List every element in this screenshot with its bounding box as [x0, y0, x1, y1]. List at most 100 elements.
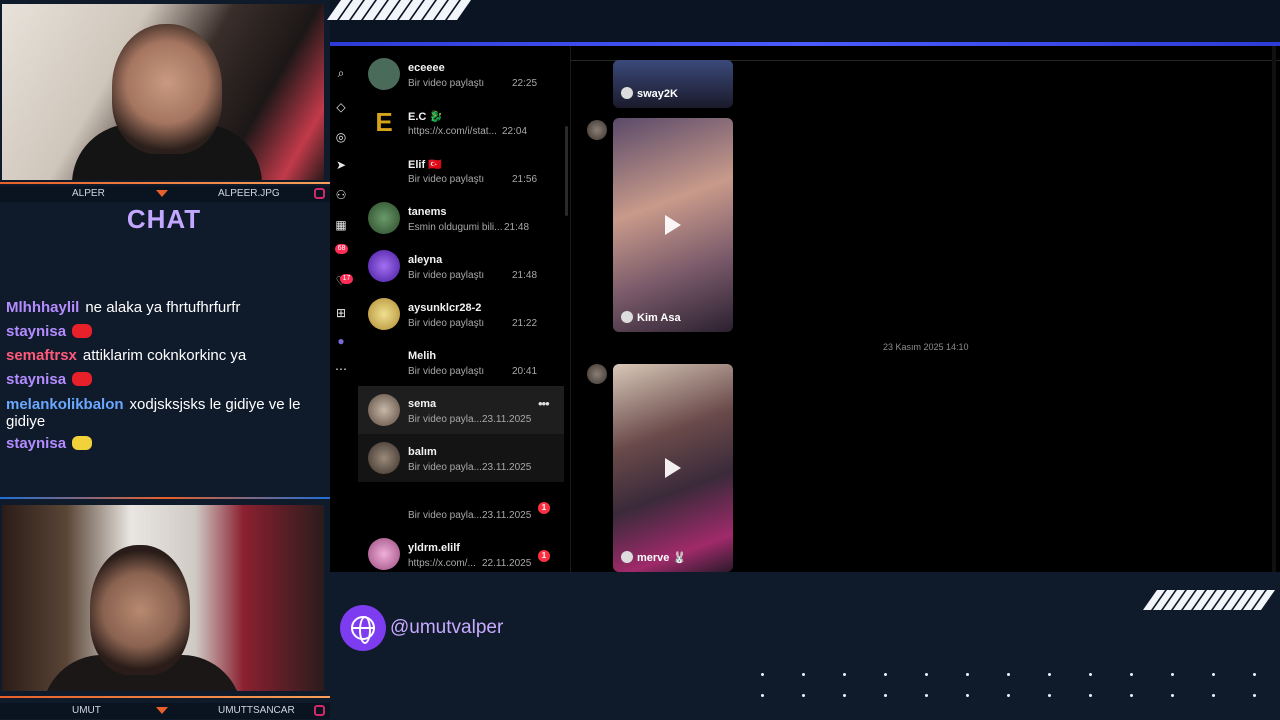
bottom-cam-namebar: UMUT UMUTTSANCAR	[0, 703, 330, 719]
chat-title: CHAT	[126, 204, 202, 234]
reel-caption: merve 🐰	[621, 551, 686, 564]
chat-message: staynisa	[6, 368, 324, 392]
dm-preview: Bir video payla...	[408, 414, 482, 425]
profile-icon[interactable]: ●	[333, 334, 349, 348]
dm-item[interactable]: balım Bir video payla... 23.11.2025	[358, 434, 564, 482]
dm-time: 21:48	[504, 222, 530, 233]
dm-item[interactable]: aleyna Bir video paylaştı 21:48	[358, 242, 564, 290]
reel-message[interactable]: Kim Asa	[613, 118, 733, 332]
chat-username: staynisa	[6, 435, 67, 452]
reel-message[interactable]: sway2K	[613, 60, 733, 108]
dm-item[interactable]: yldrm.elilf https://x.com/... 22.11.2025…	[358, 530, 564, 572]
chat-username: staynisa	[6, 323, 67, 340]
chat-message: Mlhhhaylil ne alaka ya fhrtufhrfurfr	[6, 296, 324, 320]
play-icon[interactable]	[665, 458, 681, 478]
dot-grid-decoration	[742, 664, 1262, 708]
top-cam-namebar: ALPER ALPEER.JPG	[0, 186, 330, 202]
calendar-icon[interactable]: ▦	[333, 218, 349, 232]
chat-message: semaftrsx attiklarim coknkorkinc ya	[6, 344, 324, 368]
streamer-head	[90, 545, 190, 675]
dm-preview: https://x.com/i/stat...	[408, 126, 497, 137]
chat-message: staynisa	[6, 432, 324, 456]
avatar	[368, 346, 400, 378]
dm-item[interactable]: tanems Esmin oldugumi bili... 21:48	[358, 194, 564, 242]
dm-preview: Bir video payla...	[408, 510, 482, 521]
conversation-scrollbar[interactable]	[1272, 46, 1276, 572]
red-emote-icon	[72, 324, 93, 338]
dm-preview: Bir video paylaştı	[408, 318, 485, 329]
streamer-webcam-bottom	[2, 505, 324, 691]
instagram-icon	[314, 188, 325, 199]
dm-time: 20:41	[512, 366, 538, 377]
avatar	[368, 202, 400, 234]
avatar	[368, 298, 400, 330]
dm-time: 22:04	[502, 126, 528, 137]
messages-icon[interactable]: ➤	[333, 158, 349, 172]
dm-name: aysunklcr28-2	[408, 302, 482, 314]
create-icon[interactable]: ⊞	[333, 306, 349, 320]
unread-badge: 1	[538, 550, 550, 562]
dm-preview: https://x.com/...	[408, 558, 476, 569]
top-banner	[330, 0, 1280, 44]
notification-badge: 17	[340, 274, 353, 284]
dm-name: Elif 🇹🇷	[408, 159, 442, 171]
play-icon[interactable]	[665, 215, 681, 235]
instagram-icon	[314, 705, 325, 716]
red-emote-icon	[72, 372, 93, 386]
screen-capture: ⌕ ◇ ◎ ➤ ⚇ ▦ 68 ♡ 17 ⊞ ● ⋯ eceeee Bir vid…	[330, 46, 1280, 572]
dm-name: E.C 🐉	[408, 111, 444, 123]
avatar: E	[368, 106, 400, 138]
triangle-icon	[156, 707, 168, 714]
dm-preview: Bir video paylaştı	[408, 174, 485, 185]
cam-accent-line	[0, 696, 330, 698]
search-icon[interactable]: ⌕	[333, 66, 349, 81]
dm-preview: Bir video paylaştı	[408, 366, 485, 377]
dm-list-scrollbar[interactable]	[565, 126, 568, 216]
dm-name: eceeee	[408, 62, 445, 74]
chat-username: semaftrsx	[6, 347, 77, 364]
bottom-cam-name-right: UMUTTSANCAR	[218, 705, 295, 716]
dm-time: 23.11.2025	[482, 414, 532, 425]
dm-item[interactable]: E E.C 🐉 https://x.com/i/stat... 22:04	[358, 98, 564, 146]
unread-badge: 1	[538, 502, 550, 514]
reel-author-avatar	[621, 87, 633, 99]
reels-icon[interactable]: ◎	[333, 130, 349, 144]
sender-avatar	[587, 364, 607, 384]
reel-author-avatar	[621, 311, 633, 323]
reel-author: sway2K	[637, 88, 678, 100]
dm-item[interactable]: aysunklcr28-2 Bir video paylaştı 21:22	[358, 290, 564, 338]
dm-item[interactable]: Elif 🇹🇷 Bir video paylaştı 21:56	[358, 146, 564, 194]
chat-username: Mlhhhaylil	[6, 299, 80, 316]
reel-author: Kim Asa	[637, 312, 681, 324]
cam-accent-line	[0, 497, 330, 499]
dm-name: sema	[408, 398, 437, 410]
dm-item[interactable]: eceeee Bir video paylaştı 22:25	[358, 50, 564, 98]
more-icon[interactable]: ⋯	[333, 362, 349, 376]
reel-message[interactable]: merve 🐰	[613, 364, 733, 572]
dm-time: 21:22	[512, 318, 538, 329]
chat-username: melankolikbalon	[6, 396, 124, 413]
sender-avatar	[587, 120, 607, 140]
dm-time: 23.11.2025	[482, 462, 532, 473]
chat-message: melankolikbalon xodjsksjsks le gidiye ve …	[6, 396, 324, 430]
chat-text: ne alaka ya fhrtufhrfurfr	[85, 299, 241, 316]
instagram-nav-rail: ⌕ ◇ ◎ ➤ ⚇ ▦ 68 ♡ 17 ⊞ ● ⋯	[330, 46, 353, 572]
social-handle: @umutvalper	[390, 617, 504, 638]
dm-name: Melih	[408, 350, 437, 362]
dm-item[interactable]: Bir video payla... 23.11.2025 1	[358, 482, 564, 530]
cam-accent-line	[0, 182, 330, 184]
reel-caption: Kim Asa	[621, 311, 681, 324]
people-icon[interactable]: ⚇	[333, 188, 349, 202]
reel-author-avatar	[621, 551, 633, 563]
bottom-cam-name-left: UMUT	[72, 705, 101, 716]
chat-username: staynisa	[6, 371, 67, 388]
avatar	[368, 442, 400, 474]
avatar	[368, 250, 400, 282]
dm-item[interactable]: Melih Bir video paylaştı 20:41	[358, 338, 564, 386]
dm-time: 22.11.2025	[482, 558, 532, 569]
dm-preview: Bir video paylaştı	[408, 78, 485, 89]
dm-item[interactable]: sema Bir video payla... 23.11.2025 •••	[358, 386, 564, 434]
more-options-icon[interactable]: •••	[538, 396, 550, 411]
explore-icon[interactable]: ◇	[333, 100, 349, 114]
avatar	[368, 394, 400, 426]
